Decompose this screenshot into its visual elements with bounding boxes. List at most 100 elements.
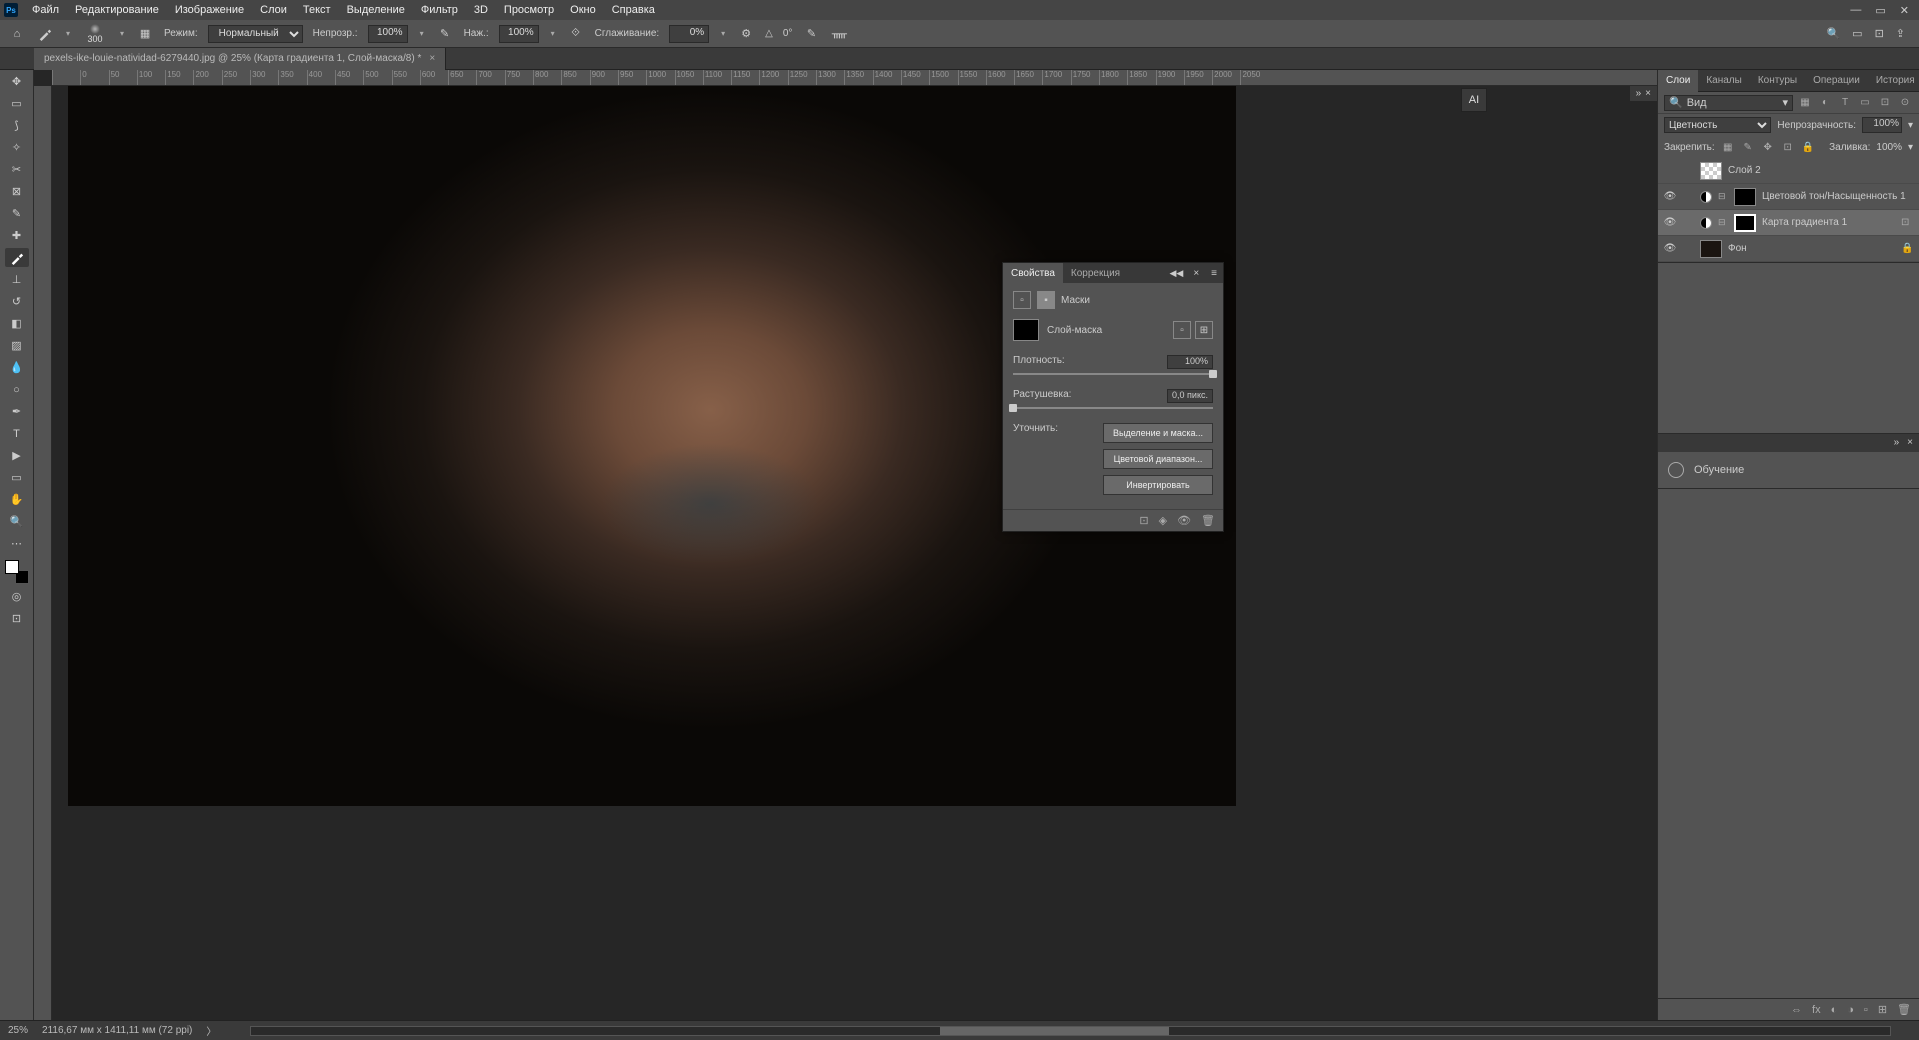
delete-mask-icon[interactable]: 🗑 xyxy=(1201,514,1215,527)
mask-preview[interactable] xyxy=(1013,319,1039,341)
crop-tool-icon[interactable]: ✂ xyxy=(5,160,29,179)
screenmode-icon[interactable]: ⊡ xyxy=(5,609,29,628)
tool-preset-icon[interactable] xyxy=(36,25,54,43)
path-select-tool-icon[interactable]: ▶ xyxy=(5,446,29,465)
document-tab[interactable]: pexels-ike-louie-natividad-6279440.jpg @… xyxy=(34,48,446,70)
lock-artboard-icon[interactable]: ⊡ xyxy=(1781,140,1795,154)
lock-trans-icon[interactable]: ▦ xyxy=(1721,140,1735,154)
type-tool-icon[interactable]: T xyxy=(5,424,29,443)
eyedropper-tool-icon[interactable]: ✎ xyxy=(5,204,29,223)
gradient-tool-icon[interactable]: ▨ xyxy=(5,336,29,355)
visibility-toggle[interactable]: 👁 xyxy=(1662,191,1678,202)
arrange-icon[interactable]: ▭ xyxy=(1852,27,1862,40)
smoothing-caret-icon[interactable]: ▾ xyxy=(719,29,727,38)
flow-caret-icon[interactable]: ▾ xyxy=(549,29,557,38)
opacity-caret-icon[interactable]: ▾ xyxy=(1908,120,1913,131)
layer-name[interactable]: Цветовой тон/Насыщенность 1 xyxy=(1762,191,1915,202)
collapse-icon[interactable]: » xyxy=(1894,437,1900,448)
eraser-tool-icon[interactable]: ◧ xyxy=(5,314,29,333)
collapse-icon[interactable]: ◀◀ xyxy=(1165,268,1187,279)
tool-preset-caret-icon[interactable]: ▾ xyxy=(64,29,72,38)
tab-actions[interactable]: Операции xyxy=(1805,70,1868,92)
filter-shape-icon[interactable]: ▭ xyxy=(1857,95,1873,111)
close-icon[interactable]: × xyxy=(1187,268,1205,279)
menu-edit[interactable]: Редактирование xyxy=(67,4,167,16)
tab-channels[interactable]: Каналы xyxy=(1698,70,1750,92)
layer-row[interactable]: 👁 ⊟ Цветовой тон/Насыщенность 1 xyxy=(1658,184,1919,210)
layer-row[interactable]: 👁 Фон 🔒 xyxy=(1658,236,1919,262)
lock-all-icon[interactable]: 🔒 xyxy=(1801,140,1815,154)
layer-thumbnail[interactable] xyxy=(1700,240,1722,258)
disable-mask-icon[interactable]: 👁 xyxy=(1177,514,1191,527)
smart-filter-icon[interactable]: ⊡ xyxy=(1901,217,1915,228)
tab-paths[interactable]: Контуры xyxy=(1750,70,1805,92)
frame-tool-icon[interactable]: ⊠ xyxy=(5,182,29,201)
link-layers-icon[interactable]: ⇔ xyxy=(1791,1004,1802,1016)
hand-tool-icon[interactable]: ✋ xyxy=(5,490,29,509)
layer-blend-select[interactable]: Цветность xyxy=(1664,117,1771,133)
filter-adj-icon[interactable]: ◐ xyxy=(1817,95,1833,111)
layer-fx-icon[interactable]: fx xyxy=(1812,1004,1821,1016)
move-tool-icon[interactable]: ✥ xyxy=(5,72,29,91)
menu-image[interactable]: Изображение xyxy=(167,4,252,16)
edit-toolbar-icon[interactable]: ⋯ xyxy=(5,534,29,553)
shape-tool-icon[interactable]: ▭ xyxy=(5,468,29,487)
menu-text[interactable]: Текст xyxy=(295,4,339,16)
density-input[interactable]: 100% xyxy=(1167,355,1213,369)
filter-toggle-icon[interactable]: ⊙ xyxy=(1897,95,1913,111)
brush-panel-icon[interactable]: ▦ xyxy=(136,25,154,43)
lock-pixels-icon[interactable]: ✎ xyxy=(1741,140,1755,154)
menu-3d[interactable]: 3D xyxy=(466,4,496,16)
lock-pos-icon[interactable]: ✥ xyxy=(1761,140,1775,154)
airbrush-icon[interactable]: ⟐ xyxy=(567,25,585,43)
lasso-tool-icon[interactable]: ⟆ xyxy=(5,116,29,135)
frame-icon[interactable]: ⊡ xyxy=(1875,27,1884,40)
healing-tool-icon[interactable]: ✚ xyxy=(5,226,29,245)
symmetry-icon[interactable]: ᚅ xyxy=(830,25,848,43)
opacity-input[interactable]: 100% xyxy=(368,25,408,43)
tab-close-icon[interactable]: × xyxy=(429,53,435,64)
tab-layers[interactable]: Слои xyxy=(1658,70,1698,92)
tab-properties[interactable]: Свойства xyxy=(1003,263,1063,283)
tab-history[interactable]: История xyxy=(1868,70,1919,92)
color-range-button[interactable]: Цветовой диапазон... xyxy=(1103,449,1213,469)
smoothing-gear-icon[interactable]: ⚙ xyxy=(737,25,755,43)
menu-view[interactable]: Просмотр xyxy=(496,4,562,16)
learn-label[interactable]: Обучение xyxy=(1694,464,1744,476)
search-icon[interactable]: 🔍 xyxy=(1826,27,1840,40)
menu-window[interactable]: Окно xyxy=(562,4,604,16)
pixel-mask-icon[interactable]: ▫ xyxy=(1013,291,1031,309)
feather-input[interactable]: 0,0 пикс. xyxy=(1167,389,1213,403)
load-selection-icon[interactable]: ⊡ xyxy=(1139,514,1148,527)
new-adj-icon[interactable]: ◑ xyxy=(1847,1004,1854,1016)
layer-filter-select[interactable]: 🔍 Вид ▾ xyxy=(1664,95,1793,111)
dodge-tool-icon[interactable]: ○ xyxy=(5,380,29,399)
menu-select[interactable]: Выделение xyxy=(339,4,413,16)
angle-value[interactable]: 0° xyxy=(783,28,793,39)
layer-opacity-input[interactable]: 100% xyxy=(1862,117,1902,133)
add-mask-icon[interactable]: ⊞ xyxy=(1195,321,1213,339)
layer-name[interactable]: Фон xyxy=(1728,243,1895,254)
pen-tool-icon[interactable]: ✒ xyxy=(5,402,29,421)
flow-input[interactable]: 100% xyxy=(499,25,539,43)
visibility-toggle[interactable]: 👁 xyxy=(1662,217,1678,228)
filter-smart-icon[interactable]: ⊡ xyxy=(1877,95,1893,111)
invert-button[interactable]: Инвертировать xyxy=(1103,475,1213,495)
menu-layers[interactable]: Слои xyxy=(252,4,295,16)
delete-layer-icon[interactable]: 🗑 xyxy=(1897,1003,1911,1016)
new-group-icon[interactable]: ▫ xyxy=(1864,1004,1868,1016)
brush-tool-icon[interactable] xyxy=(5,248,29,267)
select-mask-icon[interactable]: ▫ xyxy=(1173,321,1191,339)
layer-mask-icon[interactable]: ◐ xyxy=(1831,1004,1838,1016)
color-swatches[interactable] xyxy=(5,560,29,584)
new-layer-icon[interactable]: ⊞ xyxy=(1878,1003,1887,1016)
mask-thumbnail[interactable] xyxy=(1734,214,1756,232)
feather-slider[interactable] xyxy=(1013,407,1213,409)
history-brush-tool-icon[interactable]: ↺ xyxy=(5,292,29,311)
doc-info[interactable]: 2116,67 мм x 1411,11 мм (72 ppi) xyxy=(42,1025,192,1036)
brush-caret-icon[interactable]: ▾ xyxy=(118,29,126,38)
menu-filter[interactable]: Фильтр xyxy=(413,4,466,16)
foreground-swatch[interactable] xyxy=(5,560,19,574)
share-icon[interactable]: ⇪ xyxy=(1896,27,1905,40)
close-tabs-icon[interactable]: × xyxy=(1645,88,1651,99)
